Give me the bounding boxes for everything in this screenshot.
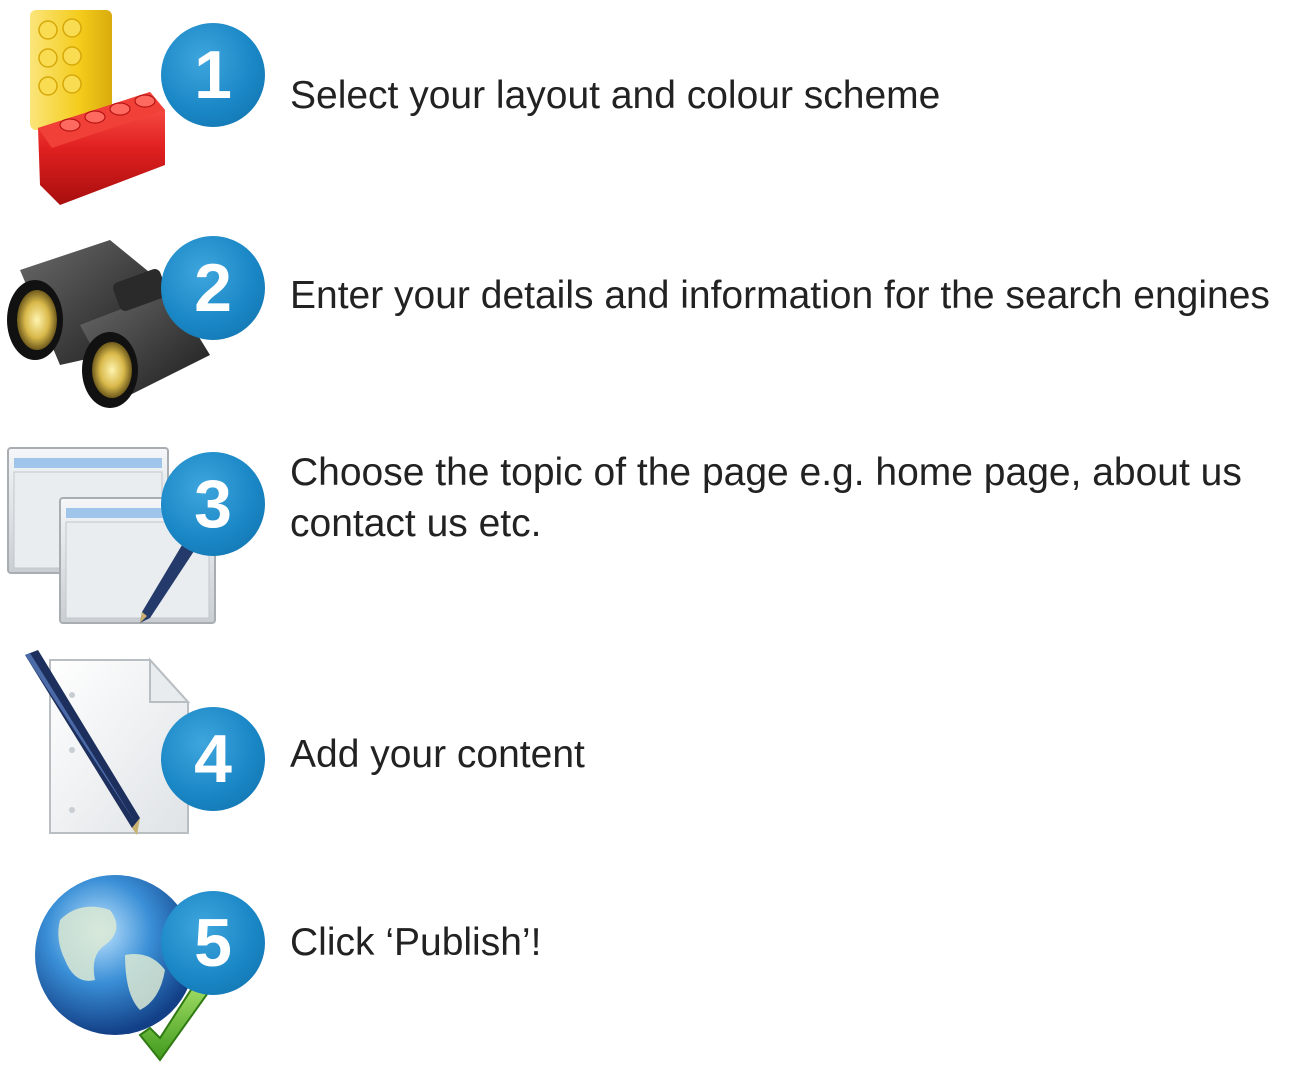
step-number-badge: 5 [161,891,265,995]
step-3: 3 Choose the topic of the page e.g. home… [0,430,1294,630]
step-number-badge: 2 [161,236,265,340]
step-2: 2 Enter your details and information for… [0,215,1294,430]
step-5: 5 Click ‘Publish’! [0,860,1294,1069]
lego-bricks-icon [30,10,165,205]
step-4: 4 Add your content [0,650,1294,840]
step-label: Choose the topic of the page e.g. home p… [290,451,1242,545]
step-number-badge: 4 [161,707,265,811]
page: { "steps": [ {"number": "1", "text": "Se… [0,0,1294,1069]
step-1: 1 Select your layout and colour scheme [0,0,1294,215]
step-number-badge: 3 [161,452,265,556]
step-label: Add your content [290,733,585,776]
step-label: Select your layout and colour scheme [290,74,941,117]
step-number-badge: 1 [161,23,265,127]
step-label: Enter your details and information for t… [290,274,1270,317]
step-label: Click ‘Publish’! [290,921,542,964]
